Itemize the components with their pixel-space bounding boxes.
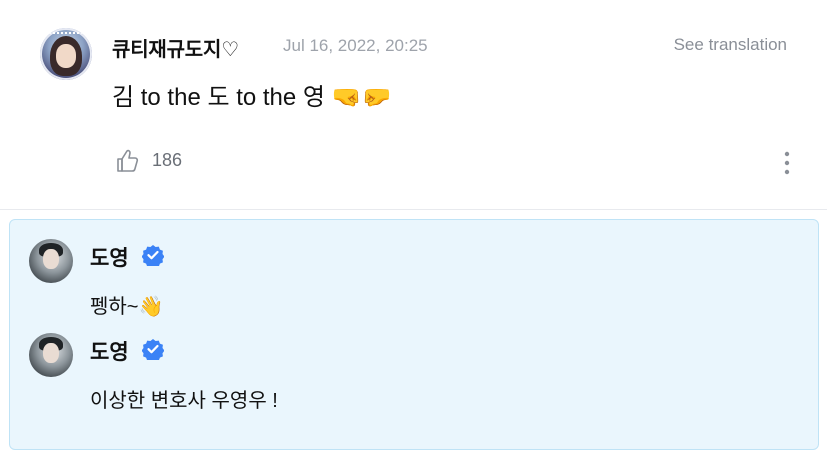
- see-translation-link[interactable]: See translation: [674, 35, 787, 55]
- user-avatar[interactable]: [40, 28, 92, 80]
- avatar-face: [56, 44, 76, 68]
- avatar-decoration: [46, 32, 86, 44]
- avatar-face: [43, 249, 59, 269]
- section-divider: [0, 209, 827, 210]
- thumbs-up-icon[interactable]: [115, 148, 141, 174]
- reply-text: 펭하~👋: [90, 296, 164, 318]
- comment-post: 큐티재규도지♡ Jul 16, 2022, 20:25 See translat…: [0, 0, 827, 210]
- reply-author[interactable]: 도영: [90, 336, 129, 366]
- reply-author[interactable]: 도영: [90, 242, 129, 272]
- artist-avatar[interactable]: [29, 333, 73, 377]
- like-count: 186: [152, 150, 183, 170]
- artist-replies-panel: 도영 펭하~👋 도영 이상한 변호사 우영우 !: [9, 219, 819, 450]
- post-text: 김 to the 도 to the 영 🤜🤛: [112, 84, 392, 111]
- verified-badge-icon: [142, 339, 164, 360]
- artist-avatar[interactable]: [29, 239, 73, 283]
- verified-badge-icon: [142, 245, 164, 266]
- reply-text: 이상한 변호사 우영우 !: [90, 390, 278, 412]
- username[interactable]: 큐티재규도지♡: [112, 33, 239, 62]
- avatar-face: [43, 343, 59, 363]
- post-timestamp: Jul 16, 2022, 20:25: [283, 36, 428, 55]
- more-vertical-icon[interactable]: [783, 150, 791, 176]
